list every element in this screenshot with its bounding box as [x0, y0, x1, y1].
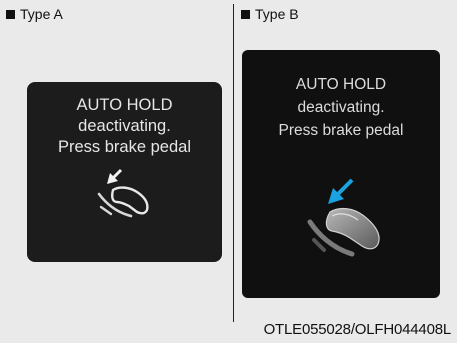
type-a-label: Type A	[6, 6, 63, 22]
message-line: Press brake pedal	[58, 138, 191, 156]
message-line: AUTO HOLD	[76, 96, 173, 114]
type-a-label-text: Type A	[20, 6, 63, 22]
message-line: AUTO HOLD	[295, 76, 387, 93]
foot-pressing-pedal-icon	[97, 168, 149, 218]
type-a-message: AUTO HOLD deactivating. Press brake peda…	[27, 95, 222, 158]
square-bullet-icon	[6, 9, 15, 19]
type-b-display-panel: AUTO HOLD deactivating. Press brake peda…	[242, 50, 440, 298]
figure-code: OTLE055028/OLFH044408L	[263, 321, 452, 338]
arrow-icon	[107, 168, 123, 184]
foot-pressing-pedal-icon	[307, 178, 380, 257]
message-line: Press brake pedal	[278, 122, 404, 139]
arrow-icon	[328, 178, 354, 204]
square-bullet-icon	[241, 9, 250, 19]
type-b-message: AUTO HOLD deactivating. Press brake peda…	[242, 73, 440, 142]
column-divider	[233, 4, 234, 322]
message-line: deactivating.	[297, 99, 385, 116]
type-b-label-text: Type B	[255, 6, 299, 22]
type-b-label: Type B	[241, 6, 299, 22]
message-line: deactivating.	[78, 117, 171, 135]
type-a-display-panel: AUTO HOLD deactivating. Press brake peda…	[27, 82, 222, 262]
